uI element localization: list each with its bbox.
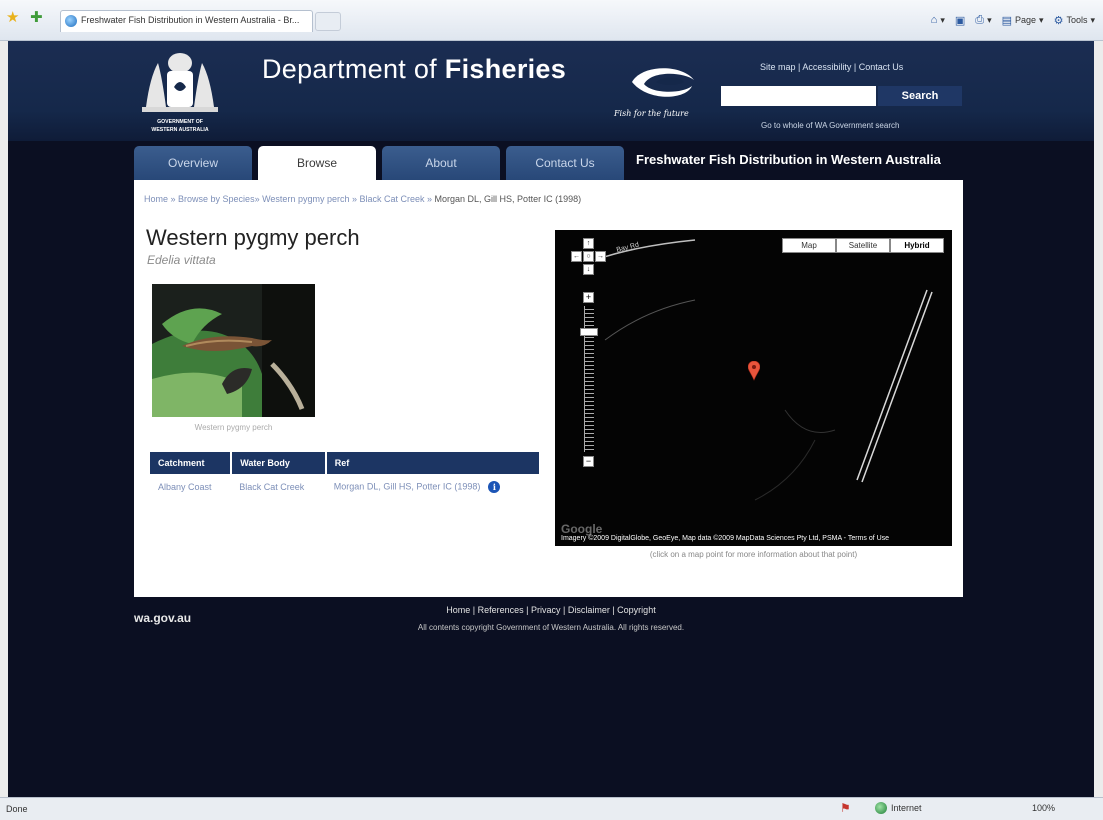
cell-catchment[interactable]: Albany Coast xyxy=(150,474,231,500)
internet-globe-icon xyxy=(875,802,887,814)
fisheries-tagline: Fish for the future xyxy=(614,109,689,118)
svg-text:WESTERN AUSTRALIA: WESTERN AUSTRALIA xyxy=(151,127,208,133)
page-icon: ▤ xyxy=(1001,14,1013,27)
main-content: Home » Browse by Species» Western pygmy … xyxy=(134,180,963,597)
search-button[interactable]: Search xyxy=(878,86,962,106)
tab-about[interactable]: About xyxy=(382,146,500,180)
footer-copyright: All contents copyright Government of Wes… xyxy=(417,623,685,632)
satellite-imagery: Bay Rd xyxy=(555,230,952,546)
favorites-star-icon[interactable]: ★ xyxy=(6,10,22,26)
browser-toolbar: ★ ✚ Freshwater Fish Distribution in West… xyxy=(0,0,1103,41)
security-zone[interactable]: Internet xyxy=(875,802,922,814)
map-marker-icon[interactable] xyxy=(748,361,760,381)
site-subtitle: Freshwater Fish Distribution in Western … xyxy=(636,152,941,167)
site-header: GOVERNMENT OF WESTERN AUSTRALIA Departme… xyxy=(8,41,1094,141)
map-attribution: Imagery ©2009 DigitalGlobe, GeoEye, Map … xyxy=(561,535,890,542)
utility-links[interactable]: Site map | Accessibility | Contact Us xyxy=(760,62,903,72)
tools-gear-icon: ⚙ xyxy=(1053,14,1064,27)
dept-title-bold: Fisheries xyxy=(444,54,567,84)
feeds-command[interactable]: ▣ xyxy=(955,14,965,27)
column-header-ref: Ref xyxy=(324,452,539,474)
page-viewport: GOVERNMENT OF WESTERN AUSTRALIA Departme… xyxy=(8,41,1094,797)
page-title: Western pygmy perch xyxy=(146,225,360,250)
photo-caption: Western pygmy perch xyxy=(194,423,273,432)
zoom-out-button[interactable]: − xyxy=(583,456,594,467)
google-logo[interactable]: Google xyxy=(561,522,602,536)
map-hint: (click on a map point for more informati… xyxy=(649,550,858,559)
info-icon[interactable]: i xyxy=(488,481,501,493)
wa-government-search-link[interactable]: Go to whole of WA Government search xyxy=(761,121,899,130)
table-header-row: Catchment Water Body Ref xyxy=(150,452,539,474)
search-input[interactable] xyxy=(721,86,876,106)
browser-status-bar: Done ⚑ Internet 100% xyxy=(0,797,1103,820)
pan-down-icon[interactable]: ↓ xyxy=(583,264,594,275)
column-header-catchment: Catchment xyxy=(150,452,232,474)
tab-overview[interactable]: Overview xyxy=(134,146,252,180)
fish-photo[interactable] xyxy=(152,284,315,417)
breadcrumb-current: Morgan DL, Gill HS, Potter IC (1998) xyxy=(434,194,582,204)
breadcrumb-water-body[interactable]: Black Cat Creek xyxy=(359,194,424,204)
scientific-name: Edelia vittata xyxy=(147,253,216,267)
zoom-level[interactable]: 100% xyxy=(1032,803,1055,813)
home-icon: ⌂ xyxy=(930,14,938,26)
new-tab-button[interactable] xyxy=(315,12,341,31)
zoom-in-button[interactable]: + xyxy=(583,292,594,303)
fisheries-logo-icon xyxy=(632,68,694,97)
map-type-hybrid[interactable]: Hybrid xyxy=(890,238,944,253)
map-type-map[interactable]: Map xyxy=(782,238,836,253)
footer-links[interactable]: Home | References | Privacy | Disclaimer… xyxy=(8,605,1094,615)
department-title[interactable]: Department of Fisheries xyxy=(262,54,566,85)
map-type-control: Map Satellite Hybrid xyxy=(782,238,944,253)
breadcrumb-home[interactable]: Home xyxy=(144,194,168,204)
command-bar: ⌂ ▾ ▣ ⎙ ▾ ▤ Page ▾ ⚙ Tools ▾ xyxy=(931,10,1095,30)
zone-label: Internet xyxy=(891,803,922,813)
ie-page-icon xyxy=(65,15,77,27)
map-type-satellite[interactable]: Satellite xyxy=(836,238,890,253)
google-map[interactable]: Bay Rd Map Satellite Hybrid ↑ ← ○ → ↓ + … xyxy=(555,230,952,546)
feeds-icon: ▣ xyxy=(954,14,966,27)
ref-link[interactable]: Morgan DL, Gill HS, Potter IC (1998) xyxy=(334,481,481,491)
add-favorites-icon[interactable]: ✚ xyxy=(30,10,46,26)
cell-water-body[interactable]: Black Cat Creek xyxy=(231,474,326,500)
records-table: Catchment Water Body Ref Albany Coast Bl… xyxy=(150,452,539,500)
popup-blocked-icon[interactable]: ⚑ xyxy=(840,801,851,815)
pan-right-icon[interactable]: → xyxy=(595,251,606,262)
breadcrumb: Home » Browse by Species» Western pygmy … xyxy=(144,194,582,204)
cell-ref: Morgan DL, Gill HS, Potter IC (1998) i xyxy=(326,474,539,500)
page-menu-label: Page xyxy=(1015,15,1037,25)
home-command[interactable]: ⌂ ▾ xyxy=(931,14,945,26)
print-icon: ⎙ xyxy=(975,13,985,26)
breadcrumb-species[interactable]: Western pygmy perch xyxy=(262,194,349,204)
svg-text:GOVERNMENT OF: GOVERNMENT OF xyxy=(157,119,203,125)
pan-center-icon[interactable]: ○ xyxy=(583,251,594,262)
dept-title-prefix: Department of xyxy=(262,54,445,84)
wa-government-crest-icon[interactable]: GOVERNMENT OF WESTERN AUSTRALIA xyxy=(132,47,228,137)
status-text: Done xyxy=(6,804,28,814)
tools-menu-label: Tools xyxy=(1066,15,1088,25)
print-command[interactable]: ⎙ ▾ xyxy=(975,14,991,27)
page-menu[interactable]: ▤ Page ▾ xyxy=(1002,14,1044,27)
tools-menu[interactable]: ⚙ Tools ▾ xyxy=(1054,14,1095,27)
browser-tab[interactable]: Freshwater Fish Distribution in Western … xyxy=(60,10,313,32)
breadcrumb-browse[interactable]: Browse by Species xyxy=(178,194,255,204)
column-header-water-body: Water Body xyxy=(230,452,326,474)
table-row: Albany Coast Black Cat Creek Morgan DL, … xyxy=(150,474,539,500)
zoom-slider-thumb[interactable] xyxy=(580,328,598,336)
pan-up-icon[interactable]: ↑ xyxy=(583,238,594,249)
pan-left-icon[interactable]: ← xyxy=(571,251,582,262)
tab-contact-us[interactable]: Contact Us xyxy=(506,146,624,180)
browser-tab-title: Freshwater Fish Distribution in Western … xyxy=(81,15,300,25)
